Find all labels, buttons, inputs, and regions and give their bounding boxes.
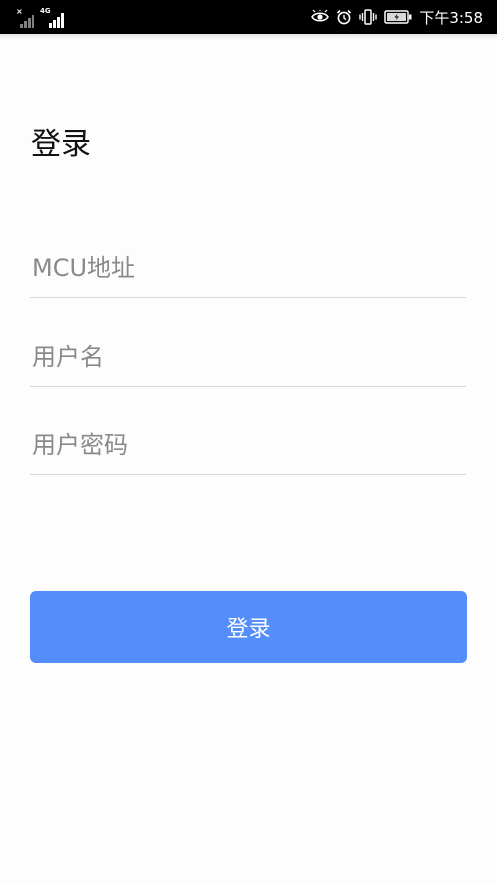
header-shadow	[0, 34, 497, 40]
mcu-address-field	[30, 235, 470, 298]
status-left-group: × 4G	[16, 6, 66, 28]
page-title: 登录	[31, 127, 91, 162]
network-type-label: 4G	[40, 7, 51, 15]
signal-no-service-icon: ×	[16, 8, 34, 28]
login-button[interactable]: 登录	[30, 591, 467, 663]
alarm-icon	[336, 9, 352, 25]
battery-charging-icon	[384, 10, 412, 24]
password-input[interactable]	[30, 422, 470, 468]
password-field	[30, 412, 470, 475]
status-right-group: 下午3:58	[311, 5, 483, 29]
vibrate-icon	[359, 9, 378, 25]
status-bar: × 4G 下午3:58	[0, 0, 497, 34]
username-field	[30, 324, 470, 387]
status-time: 下午3:58	[419, 8, 483, 27]
signal-4g-icon: 4G	[40, 8, 66, 28]
eye-icon	[311, 10, 330, 24]
username-input[interactable]	[30, 334, 470, 380]
mcu-address-input[interactable]	[30, 245, 470, 291]
